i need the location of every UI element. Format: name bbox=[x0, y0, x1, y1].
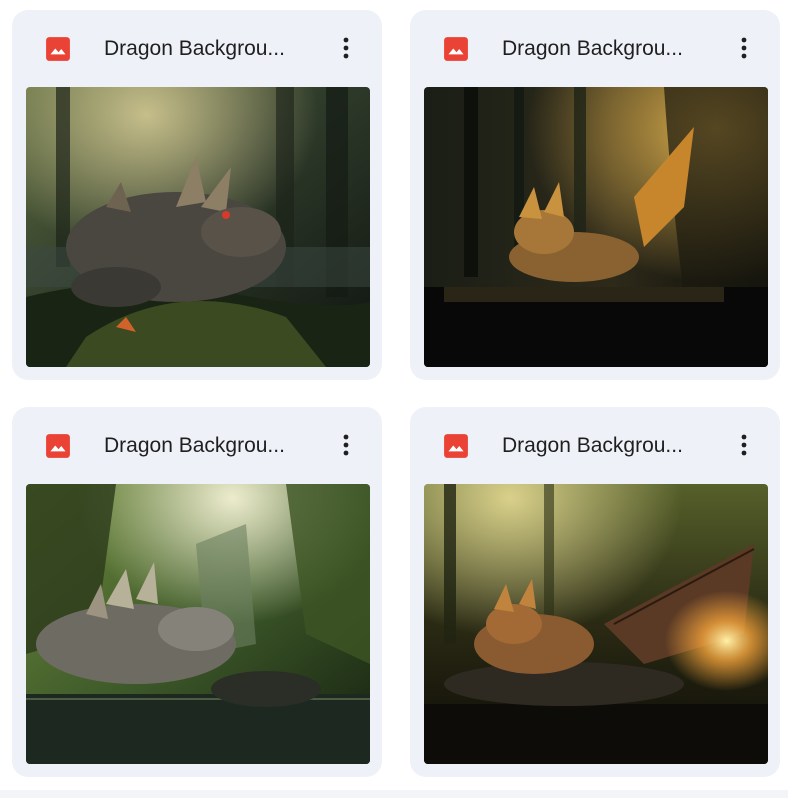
file-title[interactable]: Dragon Backgrou... bbox=[104, 433, 314, 459]
image-icon bbox=[443, 36, 469, 62]
file-card[interactable]: Dragon Backgrou... bbox=[410, 10, 780, 380]
bottom-divider bbox=[0, 790, 788, 798]
image-icon bbox=[443, 433, 469, 459]
file-thumbnail[interactable] bbox=[26, 484, 370, 764]
file-card-header: Dragon Backgrou... bbox=[410, 407, 780, 483]
image-icon bbox=[45, 36, 71, 62]
more-vert-icon[interactable] bbox=[728, 32, 760, 64]
file-card[interactable]: Dragon Backgrou... bbox=[12, 10, 382, 380]
file-card-header: Dragon Backgrou... bbox=[12, 10, 382, 86]
file-card-header: Dragon Backgrou... bbox=[410, 10, 780, 86]
file-card-header: Dragon Backgrou... bbox=[12, 407, 382, 483]
file-card[interactable]: Dragon Backgrou... bbox=[410, 407, 780, 777]
image-icon bbox=[45, 433, 71, 459]
file-thumbnail[interactable] bbox=[424, 87, 768, 367]
file-thumbnail[interactable] bbox=[26, 87, 370, 367]
file-title[interactable]: Dragon Backgrou... bbox=[104, 36, 314, 62]
more-vert-icon[interactable] bbox=[728, 429, 760, 461]
file-title[interactable]: Dragon Backgrou... bbox=[502, 433, 712, 459]
file-grid: Dragon Backgrou... Dragon Backgrou... Dr… bbox=[0, 0, 788, 798]
file-thumbnail[interactable] bbox=[424, 484, 768, 764]
file-title[interactable]: Dragon Backgrou... bbox=[502, 36, 712, 62]
more-vert-icon[interactable] bbox=[330, 32, 362, 64]
file-card[interactable]: Dragon Backgrou... bbox=[12, 407, 382, 777]
more-vert-icon[interactable] bbox=[330, 429, 362, 461]
